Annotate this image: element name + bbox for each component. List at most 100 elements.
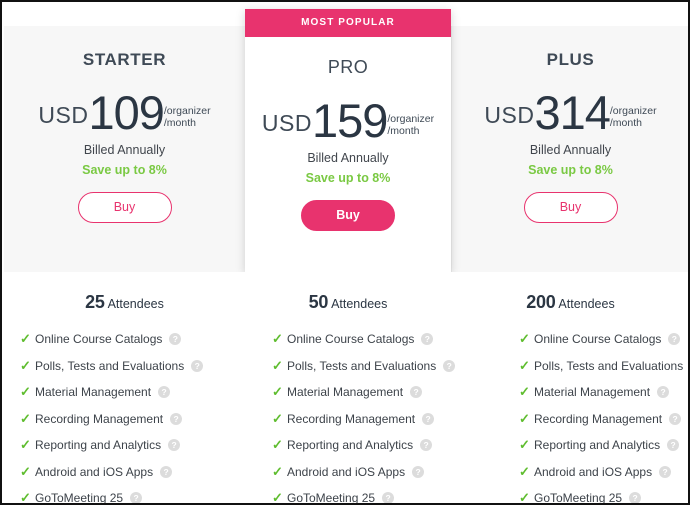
- help-icon[interactable]: ?: [420, 439, 433, 452]
- feature-item: ✓ GoToMeeting 25?: [20, 485, 245, 505]
- help-icon[interactable]: ?: [158, 386, 171, 399]
- check-icon: ✓: [272, 490, 283, 505]
- savings-note: Save up to 8%: [305, 170, 391, 185]
- plan-name: PLUS: [546, 50, 595, 69]
- feature-item: ✓ Recording Management?: [272, 406, 451, 433]
- feature-item: ✓ Recording Management?: [20, 406, 245, 433]
- help-icon[interactable]: ?: [659, 465, 672, 478]
- features-column-starter: 25 Attendees ✓ Online Course Catalogs? ✓ Pol…: [4, 272, 245, 505]
- check-icon: ✓: [519, 384, 530, 400]
- help-icon[interactable]: ?: [169, 333, 182, 346]
- help-icon[interactable]: ?: [657, 386, 670, 399]
- price-period-line2: /month: [387, 125, 420, 138]
- feature-label: Online Course Catalogs: [35, 332, 163, 347]
- feature-label: Polls, Tests and Evaluations: [35, 358, 185, 373]
- price-amount: 314: [534, 86, 610, 139]
- feature-item: ✓ Online Course Catalogs?: [20, 326, 245, 353]
- check-icon: ✓: [519, 410, 530, 426]
- price-currency: USD: [261, 110, 312, 136]
- help-icon[interactable]: ?: [412, 465, 425, 478]
- feature-label: Reporting and Analytics: [534, 438, 661, 453]
- help-icon[interactable]: ?: [382, 492, 395, 503]
- feature-item: ✓ Reporting and Analytics?: [20, 432, 245, 459]
- feature-label: Android and iOS Apps: [287, 464, 406, 479]
- plan-card-starter: STARTER USD 109 /organizer /month Billed…: [4, 26, 245, 272]
- feature-label: Material Management: [534, 385, 651, 400]
- price-period-line2: /month: [163, 117, 196, 130]
- help-icon[interactable]: ?: [130, 492, 143, 503]
- price-period: /organizer /month: [387, 99, 434, 137]
- buy-button-plus[interactable]: Buy: [523, 191, 618, 223]
- feature-label: Recording Management: [287, 411, 416, 426]
- check-icon: ✓: [272, 357, 283, 373]
- attendees-count-plus: 200 Attendees: [451, 272, 688, 313]
- feature-item: ✓ Online Course Catalogs?: [272, 326, 451, 353]
- feature-item: ✓ Reporting and Analytics?: [519, 432, 688, 459]
- feature-item: ✓ Recording Management?: [519, 406, 688, 433]
- feature-item: ✓ Reporting and Analytics?: [272, 432, 451, 459]
- feature-label: Recording Management: [35, 411, 164, 426]
- price-block: USD 159 /organizer /month: [245, 94, 451, 147]
- feature-item: ✓ GoToMeeting 25?: [519, 485, 688, 505]
- help-icon[interactable]: ?: [170, 412, 183, 425]
- help-icon[interactable]: ?: [168, 439, 181, 452]
- price-period-line1: /organizer: [609, 105, 657, 117]
- billing-note: Billed Annually: [529, 142, 612, 157]
- feature-label: Material Management: [287, 385, 404, 400]
- plan-name: STARTER: [82, 50, 167, 69]
- plan-column-pro: MOST POPULAR PRO USD 159 /organizer /mon…: [245, 4, 451, 272]
- feature-label: GoToMeeting 25: [287, 491, 376, 505]
- price-period-line1: /organizer: [387, 113, 435, 125]
- help-icon[interactable]: ?: [668, 333, 681, 346]
- help-icon[interactable]: ?: [422, 412, 435, 425]
- feature-label: Online Course Catalogs: [534, 332, 662, 347]
- help-icon[interactable]: ?: [421, 333, 434, 346]
- buy-button-pro[interactable]: Buy: [301, 199, 395, 231]
- feature-list-plus: ✓ Online Course Catalogs? ✓ Polls, Tests an…: [451, 326, 688, 505]
- attendees-count-starter: 25 Attendees: [4, 272, 245, 313]
- price-amount: 109: [88, 86, 164, 139]
- check-icon: ✓: [20, 331, 31, 347]
- feature-list-starter: ✓ Online Course Catalogs? ✓ Polls, Tests an…: [4, 326, 245, 505]
- attendees-label: Attendees: [558, 297, 615, 311]
- feature-item: ✓ GoToMeeting 25?: [272, 485, 451, 505]
- pricing-cards-band: STARTER USD 109 /organizer /month Billed…: [4, 4, 688, 272]
- feature-item: ✓ Android and iOS Apps?: [519, 459, 688, 486]
- price-amount: 159: [311, 94, 388, 147]
- price-period: /organizer /month: [610, 91, 657, 129]
- feature-item: ✓ Material Management?: [519, 379, 688, 406]
- help-icon[interactable]: ?: [667, 439, 680, 452]
- feature-label: Polls, Tests and Evaluations: [534, 358, 684, 373]
- plan-column-plus: PLUS USD 314 /organizer /month Billed An…: [451, 4, 688, 272]
- feature-item: ✓ Android and iOS Apps?: [20, 459, 245, 486]
- help-icon[interactable]: ?: [191, 359, 204, 372]
- feature-label: GoToMeeting 25: [534, 491, 623, 505]
- check-icon: ✓: [519, 490, 530, 505]
- check-icon: ✓: [272, 437, 283, 453]
- billing-note: Billed Annually: [307, 150, 389, 165]
- check-icon: ✓: [20, 490, 31, 505]
- feature-item: ✓ Online Course Catalogs?: [519, 326, 688, 353]
- attendees-number: 200: [526, 292, 556, 312]
- help-icon[interactable]: ?: [629, 492, 642, 503]
- attendees-count-pro: 50 Attendees: [245, 272, 451, 313]
- check-icon: ✓: [272, 331, 283, 347]
- feature-label: Material Management: [35, 385, 152, 400]
- price-block: USD 314 /organizer /month: [451, 86, 688, 139]
- check-icon: ✓: [519, 463, 530, 479]
- check-icon: ✓: [272, 463, 283, 479]
- help-icon[interactable]: ?: [669, 412, 682, 425]
- feature-label: Polls, Tests and Evaluations: [287, 358, 437, 373]
- check-icon: ✓: [519, 437, 530, 453]
- check-icon: ✓: [20, 384, 31, 400]
- check-icon: ✓: [272, 410, 283, 426]
- attendees-label: Attendees: [331, 297, 388, 311]
- help-icon[interactable]: ?: [160, 465, 173, 478]
- feature-label: GoToMeeting 25: [35, 491, 124, 505]
- help-icon[interactable]: ?: [410, 386, 423, 399]
- price-period: /organizer /month: [164, 91, 211, 129]
- buy-button-starter[interactable]: Buy: [77, 191, 172, 223]
- feature-label: Reporting and Analytics: [287, 438, 414, 453]
- check-icon: ✓: [519, 357, 530, 373]
- check-icon: ✓: [20, 357, 31, 373]
